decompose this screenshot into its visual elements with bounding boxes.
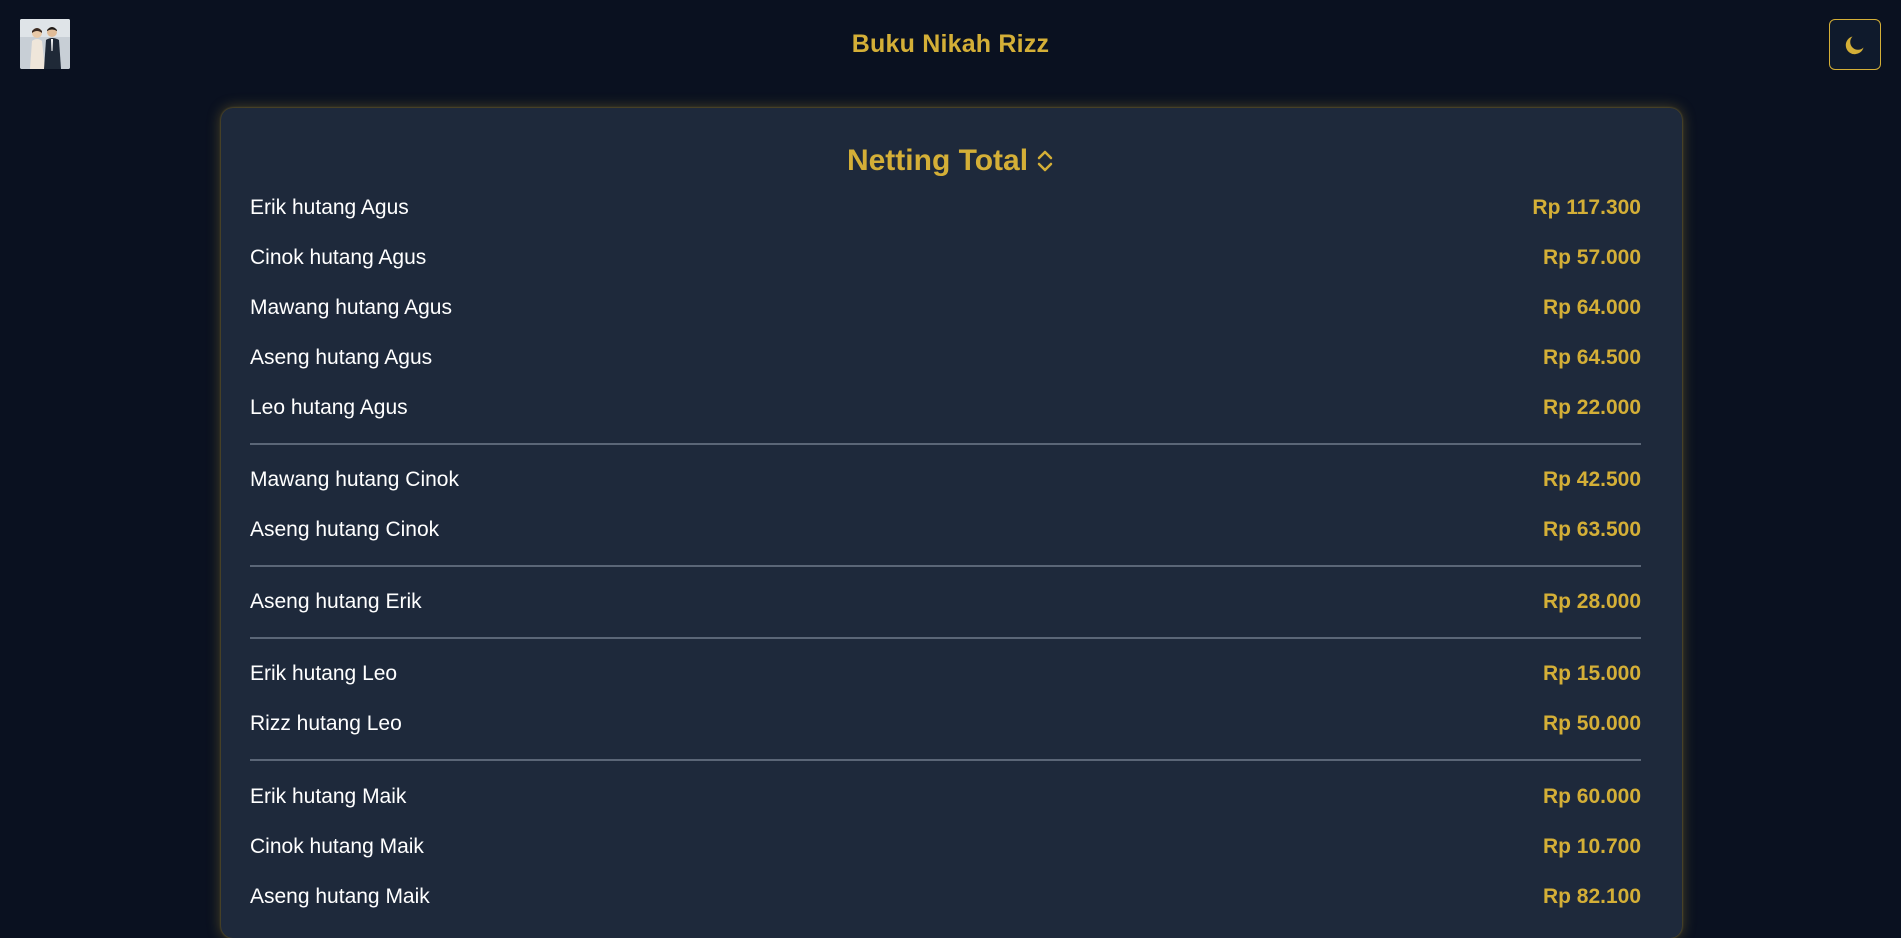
group-divider <box>250 637 1641 639</box>
list-item: Mawang hutang Cinok Rp 42.500 <box>250 460 1641 500</box>
group-divider <box>250 759 1641 761</box>
list-item: Erik hutang Leo Rp 15.000 <box>250 654 1641 694</box>
debt-label: Erik hutang Agus <box>250 196 409 219</box>
list-item: Aseng hutang Agus Rp 64.500 <box>250 338 1641 378</box>
netting-total-sort-header[interactable]: Netting Total <box>0 144 1901 178</box>
debt-amount: Rp 50.000 <box>1542 712 1641 735</box>
debt-amount: Rp 64.000 <box>1542 296 1641 319</box>
list-item: Leo hutang Agus Rp 22.000 <box>250 388 1641 428</box>
list-item: Aseng hutang Cinok Rp 63.500 <box>250 510 1641 550</box>
list-item: Aseng hutang Erik Rp 28.000 <box>250 582 1641 622</box>
debt-label: Aseng hutang Agus <box>250 346 433 369</box>
debt-label: Leo hutang Agus <box>250 396 408 419</box>
debt-amount: Rp 22.000 <box>1542 396 1641 419</box>
debt-amount: Rp 64.500 <box>1542 346 1641 369</box>
app-header: Buku Nikah Rizz <box>0 0 1901 90</box>
list-item: Cinok hutang Maik Rp 10.700 <box>250 827 1641 867</box>
debt-amount: Rp 82.100 <box>1542 885 1641 908</box>
list-item: Mawang hutang Agus Rp 64.000 <box>250 288 1641 328</box>
list-item: Rizz hutang Leo Rp 50.000 <box>250 704 1641 744</box>
debt-label: Mawang hutang Agus <box>250 296 452 319</box>
chevron-up-down-icon <box>1036 148 1054 174</box>
group-divider <box>250 443 1641 445</box>
debt-amount: Rp 117.300 <box>1532 196 1641 219</box>
debt-label: Cinok hutang Maik <box>250 835 424 858</box>
debt-amount: Rp 15.000 <box>1542 662 1641 685</box>
group-divider <box>250 565 1641 567</box>
app-title: Buku Nikah Rizz <box>851 30 1050 58</box>
moon-icon <box>1845 36 1864 54</box>
debt-label: Erik hutang Maik <box>250 785 407 808</box>
debt-amount: Rp 63.500 <box>1542 518 1641 541</box>
debt-amount: Rp 60.000 <box>1542 785 1641 808</box>
debt-amount: Rp 42.500 <box>1542 468 1641 491</box>
debt-label: Rizz hutang Leo <box>250 712 402 735</box>
debt-label: Aseng hutang Erik <box>250 590 422 613</box>
debt-amount: Rp 28.000 <box>1542 590 1641 613</box>
list-item: Erik hutang Maik Rp 60.000 <box>250 777 1641 817</box>
card-title: Netting Total <box>846 144 1029 177</box>
debt-label: Erik hutang Leo <box>250 662 398 685</box>
list-item: Erik hutang Agus Rp 117.300 <box>250 188 1641 228</box>
theme-toggle-button[interactable] <box>1829 19 1881 70</box>
list-item: Aseng hutang Maik Rp 82.100 <box>250 877 1641 917</box>
debt-label: Aseng hutang Cinok <box>250 518 440 541</box>
debt-label: Mawang hutang Cinok <box>250 468 459 491</box>
list-item: Cinok hutang Agus Rp 57.000 <box>250 238 1641 278</box>
debt-label: Cinok hutang Agus <box>250 246 427 269</box>
debt-amount: Rp 10.700 <box>1542 835 1641 858</box>
debt-label: Aseng hutang Maik <box>250 885 430 908</box>
debt-amount: Rp 57.000 <box>1542 246 1641 269</box>
